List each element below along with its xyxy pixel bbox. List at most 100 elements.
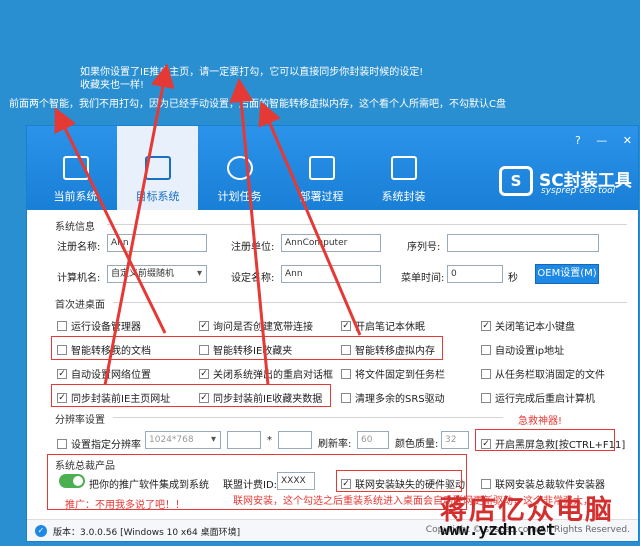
checkbox-label: 关闭笔记本小键盘 (495, 322, 575, 333)
reg-unit-input[interactable]: AnnComputer (281, 234, 381, 252)
checkbox-box[interactable] (341, 368, 351, 379)
reg-unit-label: 注册单位: (231, 242, 275, 253)
app-logo: S SC封装工具 sysprep ceo tool (499, 166, 632, 200)
checkbox-box[interactable]: ✓ (199, 368, 209, 379)
checkbox-box[interactable]: ✓ (57, 368, 67, 379)
checkbox-label: 清理多余的SRS驱动 (355, 394, 445, 405)
checkbox-label: 将文件固定到任务栏 (355, 370, 445, 381)
checkbox-box[interactable]: ✓ (199, 320, 209, 331)
checkbox-auto-ip[interactable]: 自动设置ip地址 (481, 342, 564, 357)
checkbox-clean-srs[interactable]: 清理多余的SRS驱动 (341, 390, 445, 405)
checkbox-laptop-hibernate[interactable]: ✓ 开启笔记本休眠 (341, 318, 425, 333)
setup-name-input[interactable]: Ann (281, 265, 381, 283)
checkbox-label: 关闭系统弹出的重启对话框 (213, 370, 333, 381)
tab-label: 计划任务 (217, 190, 262, 203)
version-icon: ✓ (35, 525, 47, 537)
menu-time-input[interactable]: 0 (447, 265, 503, 283)
tab-target-system[interactable]: 目标系统 (117, 126, 198, 210)
checkbox-box[interactable] (481, 344, 491, 355)
serial-label: 序列号: (407, 242, 441, 253)
window-controls: ? — ✕ (563, 134, 632, 147)
setup-name-label: 设定名称: (231, 273, 275, 284)
highlight-smart-move (51, 336, 443, 360)
checkbox-box[interactable] (341, 392, 351, 403)
highlight-sync-ie (51, 384, 331, 407)
tab-deploy-process[interactable]: 部署过程 (281, 126, 362, 210)
computer-name-select[interactable]: 自定义前缀随机 (107, 265, 207, 283)
tab-label: 当前系统 (53, 190, 98, 203)
version-text: 版本：3.0.0.56 [Windows 10 x64 桌面环境] (53, 528, 241, 538)
menu-time-unit: 秒 (508, 273, 518, 284)
checkbox-set-resolution[interactable]: 设置指定分辨率 (57, 436, 141, 451)
title-bar: ? — ✕ 当前系统 目标系统 计划任务 部署过程 系统封装 S SC封装工具 … (27, 126, 638, 210)
checkbox-laptop-numpad[interactable]: ✓ 关闭笔记本小键盘 (481, 318, 575, 333)
annotation-line-2: 收藏夹也一样! (80, 80, 145, 91)
sc-sysprep-window: ? — ✕ 当前系统 目标系统 计划任务 部署过程 系统封装 S SC封装工具 … (26, 125, 639, 542)
watermark-url: www.yzdn.net (440, 520, 556, 539)
times-sign: * (267, 435, 272, 446)
minimize-icon[interactable]: — (596, 134, 607, 147)
serial-input[interactable] (447, 234, 599, 252)
checkbox-box[interactable] (481, 392, 491, 403)
checkbox-label: 询问是否创建宽带连接 (213, 322, 313, 333)
tab-label: 系统封装 (381, 190, 426, 203)
checkbox-network-location[interactable]: ✓ 自动设置网络位置 (57, 366, 151, 381)
tab-label: 部署过程 (299, 190, 344, 203)
section-first-desktop: 首次进桌面 (55, 300, 105, 311)
section-oem-products: 系统总裁产品 (55, 461, 115, 472)
checkbox-box[interactable] (57, 320, 67, 331)
checkbox-label: 开启笔记本休眠 (355, 322, 425, 333)
resolution-height-input[interactable] (278, 431, 312, 449)
integrate-label: 把你的推广软件集成到系统 (89, 480, 209, 491)
checkbox-box[interactable]: ✓ (481, 320, 491, 331)
promo-note: 推广：不用我多说了吧！！ (65, 500, 185, 511)
checkbox-unpin-taskbar[interactable]: 从任务栏取消固定的文件 (481, 366, 605, 381)
monitor-check-icon (62, 156, 89, 180)
logo-mark: S (499, 166, 533, 196)
checkbox-restart-after[interactable]: 运行完成后重启计算机 (481, 390, 595, 405)
section-resolution: 分辨率设置 (55, 415, 105, 426)
checkbox-label: 自动设置网络位置 (71, 370, 151, 381)
checkbox-label: 运行完成后重启计算机 (495, 394, 595, 405)
help-icon[interactable]: ? (575, 134, 581, 147)
section-system-info: 系统信息 (55, 222, 95, 233)
checkbox-label: 从任务栏取消固定的文件 (495, 370, 605, 381)
divider (113, 302, 627, 303)
color-quality-label: 颜色质量: (395, 439, 439, 450)
monitor-icon (144, 156, 171, 180)
color-quality-input[interactable]: 32 (441, 431, 469, 449)
checkbox-broadband[interactable]: ✓ 询问是否创建宽带连接 (199, 318, 313, 333)
tab-current-system[interactable]: 当前系统 (35, 126, 116, 210)
checkbox-box[interactable] (57, 438, 67, 449)
logo-subtitle: sysprep ceo tool (541, 186, 616, 196)
checkbox-box[interactable]: ✓ (341, 320, 351, 331)
checkbox-box[interactable] (481, 368, 491, 379)
resolution-width-input[interactable] (227, 431, 261, 449)
integrate-toggle[interactable] (59, 474, 85, 488)
checkbox-label: 自动设置ip地址 (495, 346, 565, 357)
divider (113, 417, 503, 418)
uid-input[interactable]: XXXX (277, 472, 315, 490)
close-icon[interactable]: ✕ (623, 134, 632, 147)
annotation-line-1: 如果你设置了IE推广主页，请一定要打勾，它可以直接同步你封装时候的设定! (80, 67, 424, 78)
checkbox-device-manager[interactable]: 运行设备管理器 (57, 318, 141, 333)
checkbox-pin-taskbar[interactable]: 将文件固定到任务栏 (341, 366, 445, 381)
tab-system-package[interactable]: 系统封装 (363, 126, 444, 210)
highlight-rescue (475, 429, 615, 451)
rescue-note: 急救神器! (518, 416, 563, 427)
tab-scheduled-tasks[interactable]: 计划任务 (199, 126, 280, 210)
checkbox-close-restart-dialog[interactable]: ✓ 关闭系统弹出的重启对话框 (199, 366, 333, 381)
tab-label: 目标系统 (135, 190, 180, 203)
annotation-line-3: 前面两个智能，我们不用打勾，因为已经手动设置，后面的智能转移虚拟内存，这个看个人… (9, 99, 506, 110)
checkbox-label: 运行设备管理器 (71, 322, 141, 333)
checkbox-box[interactable] (481, 478, 491, 489)
resolution-select[interactable]: 1024*768 (145, 431, 221, 449)
clock-icon (226, 156, 253, 180)
refresh-input[interactable]: 60 (357, 431, 389, 449)
oem-settings-button[interactable]: OEM设置(M) (535, 264, 599, 284)
refresh-label: 刷新率: (318, 439, 352, 450)
package-icon (390, 156, 417, 180)
checkbox-label: 设置指定分辨率 (71, 440, 141, 451)
reg-name-input[interactable]: Ann (107, 234, 207, 252)
divider (107, 224, 627, 225)
